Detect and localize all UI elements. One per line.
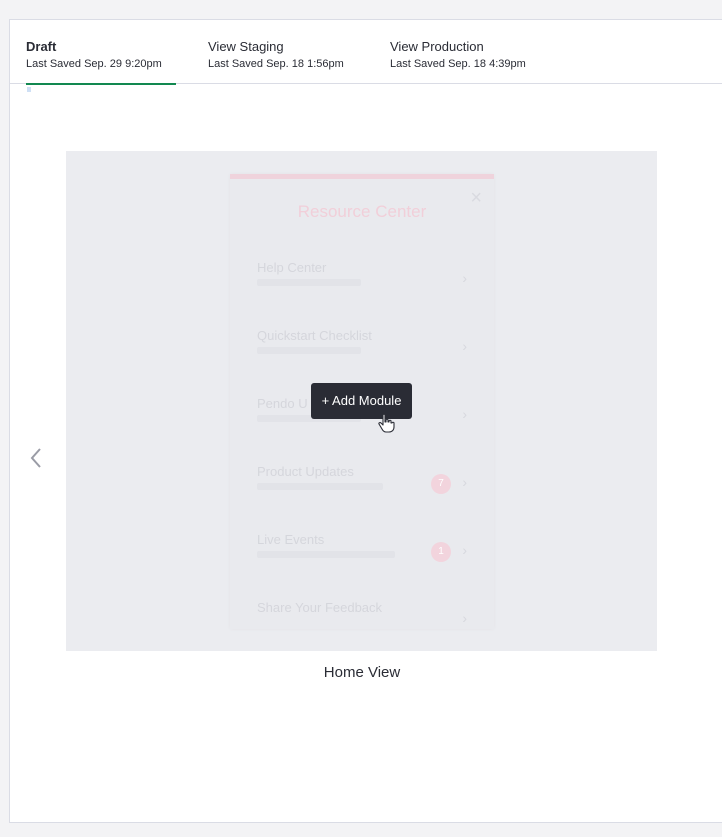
chevron-right-icon: › bbox=[462, 406, 467, 422]
count-badge: 7 bbox=[431, 474, 451, 494]
previous-view-button[interactable] bbox=[28, 445, 44, 471]
list-item: Product Updates 7 › bbox=[257, 464, 467, 514]
tab-title: Draft bbox=[26, 39, 57, 54]
item-title: Quickstart Checklist bbox=[257, 328, 372, 343]
item-subtitle-placeholder bbox=[257, 551, 395, 558]
count-badge: 1 bbox=[431, 542, 451, 562]
list-item: Help Center › bbox=[257, 260, 467, 310]
list-item: Share Your Feedback › bbox=[257, 600, 467, 650]
view-label: Home View bbox=[323, 664, 401, 681]
item-subtitle-placeholder bbox=[257, 279, 361, 286]
tab-view-production[interactable]: View Production Last Saved Sep. 18 4:39p… bbox=[390, 38, 560, 84]
tab-title: View Staging bbox=[208, 39, 284, 54]
chevron-right-icon: › bbox=[462, 270, 467, 286]
chevron-right-icon: › bbox=[462, 610, 467, 626]
version-tabs: Draft Last Saved Sep. 29 9:20pm View Sta… bbox=[10, 20, 722, 85]
tab-view-staging[interactable]: View Staging Last Saved Sep. 18 1:56pm bbox=[208, 38, 368, 84]
item-title: Help Center bbox=[257, 260, 327, 275]
resource-center-accent-bar bbox=[230, 174, 494, 179]
tab-subtitle: Last Saved Sep. 18 1:56pm bbox=[208, 58, 344, 70]
tab-subtitle: Last Saved Sep. 18 4:39pm bbox=[390, 58, 526, 70]
chevron-right-icon: › bbox=[462, 338, 467, 354]
item-subtitle-placeholder bbox=[257, 347, 361, 354]
chevron-right-icon: › bbox=[462, 542, 467, 558]
tab-draft[interactable]: Draft Last Saved Sep. 29 9:20pm bbox=[26, 38, 176, 85]
tab-title: View Production bbox=[390, 39, 484, 54]
selection-marker bbox=[27, 87, 31, 92]
chevron-right-icon: › bbox=[462, 474, 467, 490]
chevron-left-icon bbox=[30, 448, 41, 468]
module-preview: × Resource Center Help Center › Quicksta… bbox=[66, 151, 657, 651]
editor-panel: Draft Last Saved Sep. 29 9:20pm View Sta… bbox=[9, 19, 722, 823]
list-item: Quickstart Checklist › bbox=[257, 328, 467, 378]
item-title: Share Your Feedback bbox=[257, 600, 383, 615]
hand-pointer-icon bbox=[378, 413, 395, 433]
list-item: Live Events 1 › bbox=[257, 532, 467, 582]
tab-subtitle: Last Saved Sep. 29 9:20pm bbox=[26, 58, 162, 70]
resource-center-title: Resource Center bbox=[297, 202, 427, 221]
item-subtitle-placeholder bbox=[257, 483, 383, 490]
add-module-button[interactable]: + Add Module bbox=[311, 383, 412, 419]
